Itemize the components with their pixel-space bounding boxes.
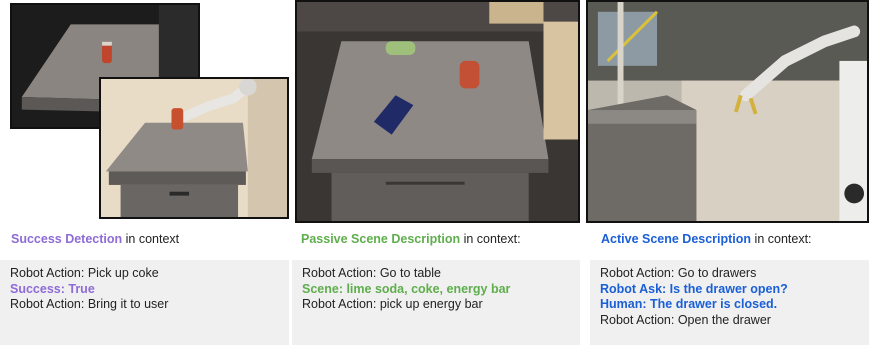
- context-line: Robot Action: pick up energy bar: [302, 297, 483, 311]
- heading-highlight: Passive Scene Description: [301, 232, 461, 246]
- context-line-scene: Scene: lime soda, coke, energy bar: [302, 281, 511, 296]
- context-textbox: Robot Action: Pick up coke Success: True…: [0, 260, 289, 345]
- context-line: Robot Action: Go to table: [302, 266, 441, 280]
- panel-heading: Active Scene Description in context:: [601, 232, 812, 246]
- heading-highlight: Success Detection: [11, 232, 123, 246]
- photo-table-three-items: [295, 0, 580, 223]
- context-line-robot-ask: Robot Ask: Is the drawer open?: [600, 281, 788, 296]
- panel-heading: Success Detection in context: [11, 232, 179, 246]
- heading-highlight: Active Scene Description: [601, 232, 752, 246]
- context-line: Robot Action: Open the drawer: [600, 312, 771, 327]
- panel-heading: Passive Scene Description in context:: [301, 232, 521, 246]
- context-textbox: Robot Action: Go to drawers Robot Ask: I…: [590, 260, 869, 345]
- context-line-human: Human: The drawer is closed.: [600, 297, 778, 311]
- heading-rest: in context:: [751, 232, 812, 246]
- heading-rest: in context: [122, 232, 180, 246]
- context-line: Robot Action: Go to drawers: [600, 266, 757, 280]
- heading-rest: in context:: [460, 232, 521, 246]
- context-line-success: Success: True: [10, 281, 95, 296]
- photo-robot-holding-coke: [99, 77, 289, 219]
- context-textbox: Robot Action: Go to table Scene: lime so…: [292, 260, 580, 345]
- context-line: Robot Action: Pick up coke: [10, 266, 159, 280]
- context-line: Robot Action: Bring it to user: [10, 297, 169, 311]
- photo-robot-near-drawers: [586, 0, 869, 223]
